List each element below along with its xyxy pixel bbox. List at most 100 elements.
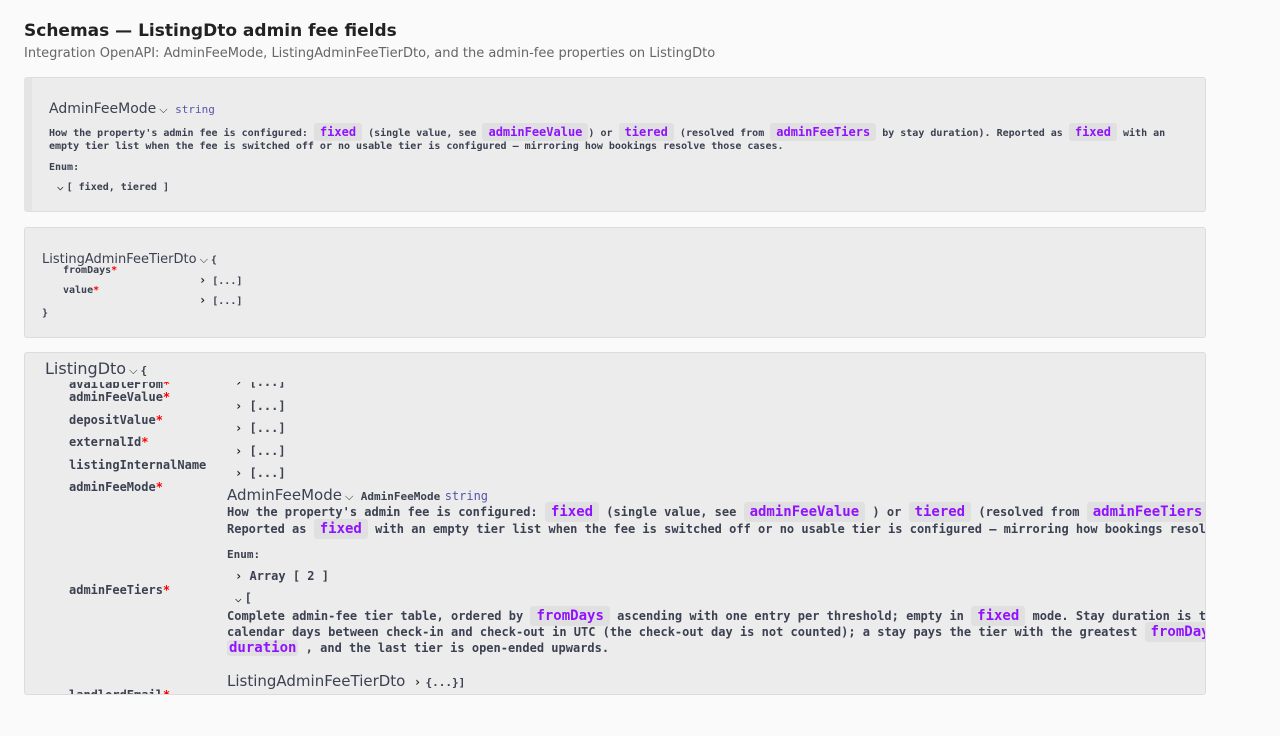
code-tiered: tiered [618,123,674,141]
desc-text: ) or [588,128,613,139]
desc-text: (single value, see [606,505,737,519]
enum-label: Enum: [227,548,261,561]
prop-name: value [63,285,94,296]
desc-text: with an [1123,128,1166,139]
schema-admin-fee-mode: AdminFeeMode ⌵ string How the property's … [24,77,1206,212]
enum-values: Array [ 2 ] [249,569,329,583]
item-value: {...}] [425,676,466,689]
open-brace: { [140,364,148,377]
prop-value: [...] [249,421,286,435]
array-description: Complete admin-fee tier table, ordered b… [227,606,1206,626]
code-admin-fee-tiers: adminFeeTiers [770,123,877,141]
chevron-down-icon[interactable]: ⌵ [345,491,353,504]
chevron-down-icon[interactable]: ⌵ [200,254,208,267]
chevron-down-icon: ⌵ [235,592,242,605]
code-from-days: fromDays [530,606,610,626]
schema-listing-admin-fee-tier-dto: ListingAdminFeeTierDto ⌵{ fromDays* › [..… [24,227,1206,338]
code-fixed: fixed [1068,123,1117,141]
prop-toggle[interactable]: › [...] [235,399,286,413]
chevron-right-icon: › [235,569,243,583]
prop-toggle[interactable]: › [...] [235,444,286,458]
enum-values: [ fixed, tiered ] [66,182,169,193]
schema-type: string [175,103,215,116]
desc-text: How the property's admin fee is configur… [49,128,308,139]
schema-name: ListingAdminFeeTierDto [227,672,406,690]
prop-toggle[interactable]: › [...] [235,466,286,480]
desc-text: mode. Stay duration is the [1032,609,1206,623]
prop-value: [...] [212,296,243,307]
page-subtitle: Integration OpenAPI: AdminFeeMode, Listi… [24,46,716,61]
array-description-line-2: calendar days between check-in and check… [227,622,1205,642]
required-mark: * [155,413,163,427]
schema-name: ListingDto [45,359,127,378]
schema-header[interactable]: AdminFeeMode ⌵ string [49,100,215,118]
prop-landlord-email: landlordEmail* [69,688,170,694]
chevron-right-icon: › [235,466,243,480]
nested-description: How the property's admin fee is configur… [227,502,1205,522]
prop-value: [...] [212,276,243,287]
prop-admin-fee-value: adminFeeValue* [69,390,170,404]
enum-toggle[interactable]: ⌵[ fixed, tiered ] [54,180,169,193]
prop-name: listingInternalName [69,458,207,472]
required-mark: * [163,688,170,694]
array-toggle[interactable]: ⌵[ [232,591,252,605]
ref-name: AdminFeeMode [360,490,441,503]
required-mark: * [162,583,171,597]
desc-text: by stay duration). Reported as [882,128,1063,139]
schema-description: How the property's admin fee is configur… [49,123,1166,141]
prop-toggle[interactable]: › [...] [235,421,286,435]
chevron-right-icon[interactable]: › [414,675,421,689]
desc-text: (resolved from [978,505,1080,519]
page-title: Schemas — ListingDto admin fee fields [24,21,397,41]
schema-listing-dto: ListingDto ⌵{ availableFrom* › [...] admi… [24,352,1206,695]
desc-text: (single value, see [368,128,477,139]
chevron-right-icon: › [199,293,207,307]
code-fixed: fixed [313,123,363,141]
prop-external-id: externalId* [69,435,148,449]
code-duration: duration [227,640,299,656]
schema-header[interactable]: ListingDto ⌵{ [45,359,147,379]
array-item-schema[interactable]: ListingAdminFeeTierDto › {...}] [227,672,465,691]
code-admin-fee-value: adminFeeValue [482,123,589,141]
prop-name: adminFeeMode [69,480,156,494]
prop-name: depositValue [69,413,156,427]
prop-from-days-toggle[interactable]: › [...] [199,273,242,287]
required-mark: * [162,390,171,404]
chevron-right-icon: › [199,273,207,287]
code-tiered: tiered [908,502,972,522]
prop-name: adminFeeValue [69,390,163,404]
desc-text: calendar days between check-in and check… [227,625,1138,639]
code-admin-fee-value: adminFeeValue [743,502,866,522]
prop-admin-fee-mode: adminFeeMode* [69,480,163,494]
desc-text: with an empty tier list when the fee is … [375,522,1206,536]
prop-value: [...] [249,466,286,480]
nested-schema-header[interactable]: AdminFeeMode ⌵ AdminFeeMode string [227,486,488,505]
desc-text: Reported as [227,522,307,536]
prop-name: fromDays [63,265,112,276]
required-mark: * [93,285,100,296]
prop-value: [...] [249,399,286,413]
desc-text: Complete admin-fee tier table, ordered b… [227,609,524,623]
code-admin-fee-tiers: adminFeeTiers [1086,502,1205,522]
chevron-right-icon: › [235,382,243,389]
prop-from-days: fromDays* [63,265,117,276]
chevron-right-icon: › [235,399,243,413]
code-from-days: fromDays [1144,622,1205,642]
desc-text: , and the last tier is open-ended upward… [305,641,610,655]
open-bracket: [ [244,591,252,605]
properties-scroll-area[interactable]: availableFrom* › [...] adminFeeValue* › … [25,382,1206,694]
prop-value: [...] [249,444,286,458]
close-brace: } [42,308,49,319]
required-mark: * [111,265,118,276]
chevron-down-icon[interactable]: ⌵ [159,104,167,117]
prop-toggle[interactable]: › [...] [235,382,286,389]
desc-text: ) or [872,505,902,519]
chevron-down-icon[interactable]: ⌵ [129,365,137,378]
prop-value-toggle[interactable]: › [...] [199,293,242,307]
prop-deposit-value: depositValue* [69,413,163,427]
chevron-right-icon: › [235,444,243,458]
prop-name: landlordEmail [69,688,163,694]
prop-listing-internal-name: listingInternalName [69,458,206,472]
enum-toggle[interactable]: › Array [ 2 ] [235,569,329,583]
prop-name: adminFeeTiers [69,583,163,597]
